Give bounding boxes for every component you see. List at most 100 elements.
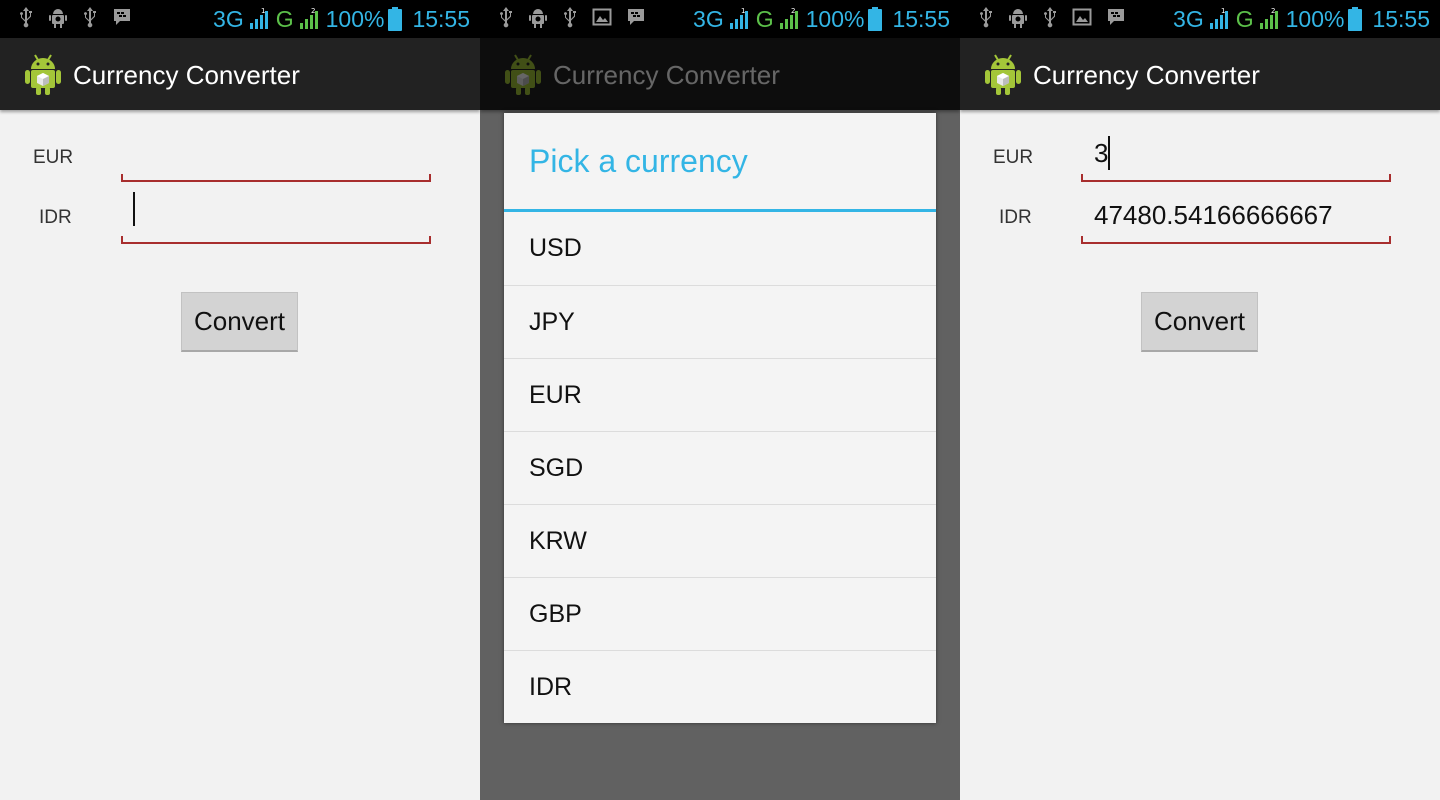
currency-option-label: IDR — [529, 673, 573, 701]
android-app-icon — [982, 52, 1024, 96]
eur-input-value: 3 — [1094, 138, 1109, 168]
signal-strength-icon: 1 — [1208, 7, 1232, 31]
android-app-icon — [22, 52, 64, 96]
convert-button[interactable]: Convert — [1141, 292, 1258, 352]
signal-strength-icon: 1 — [248, 7, 272, 31]
usb-icon — [978, 6, 994, 33]
status-bar: 3G 1 G 2 100% 15:55 — [0, 0, 480, 38]
idr-input[interactable]: 47480.54166666667 — [1081, 190, 1391, 244]
clock: 15:55 — [412, 5, 470, 32]
app-title: Currency Converter — [1033, 60, 1260, 90]
sim-1-label: 1 — [261, 7, 265, 15]
idr-row: IDR — [0, 190, 480, 246]
idr-label[interactable]: IDR — [999, 207, 1032, 229]
eur-row: EUR 3 — [960, 130, 1440, 186]
signal-strength-icon: 2 — [298, 7, 322, 31]
sim-2-label: 2 — [791, 7, 795, 15]
clock: 15:55 — [1372, 5, 1430, 32]
network-3g-label: 3G — [693, 5, 724, 32]
app-title: Currency Converter — [73, 60, 300, 90]
idr-input[interactable] — [121, 190, 431, 244]
status-bar: 3G 1 G 2 100% 15:55 — [960, 0, 1440, 38]
eur-row: EUR — [0, 130, 480, 186]
android-debug-icon — [48, 6, 68, 33]
sim-2-label: 2 — [1271, 7, 1275, 15]
currency-option-sgd[interactable]: SGD — [504, 432, 936, 505]
currency-option-label: SGD — [529, 454, 584, 482]
dialog-title: Pick a currency — [529, 143, 748, 179]
app-screenshot-triptych: 3G 1 G 2 100% 15:55 Currency Converter E… — [0, 0, 1440, 800]
system-status: 3G 1 G 2 100% 15:55 — [213, 4, 470, 34]
notification-icons — [18, 6, 132, 33]
network-g-label: G — [1235, 5, 1254, 32]
battery-percent: 100% — [1285, 5, 1345, 32]
idr-row: IDR 47480.54166666667 — [960, 190, 1440, 246]
battery-percent: 100% — [325, 5, 385, 32]
currency-option-label: JPY — [529, 308, 575, 336]
notification-icons — [498, 6, 646, 33]
currency-option-eur[interactable]: EUR — [504, 359, 936, 432]
bbm-icon — [626, 7, 646, 32]
battery-icon — [868, 7, 883, 31]
usb-icon — [562, 6, 578, 33]
bbm-icon — [1106, 7, 1126, 32]
system-status: 3G 1 G 2 100% 15:55 — [1173, 4, 1430, 34]
screen-main-empty: 3G 1 G 2 100% 15:55 Currency Converter E… — [0, 0, 480, 800]
notification-icons — [978, 6, 1126, 33]
eur-label[interactable]: EUR — [33, 147, 73, 169]
system-status: 3G 1 G 2 100% 15:55 — [693, 4, 950, 34]
image-icon — [592, 7, 612, 32]
usb-icon — [1042, 6, 1058, 33]
eur-input[interactable] — [121, 130, 431, 182]
battery-icon — [388, 7, 403, 31]
screen-main-converted: 3G 1 G 2 100% 15:55 Currency Converter E… — [960, 0, 1440, 800]
text-cursor — [1108, 136, 1111, 171]
network-g-label: G — [275, 5, 294, 32]
android-debug-icon — [1008, 6, 1028, 33]
usb-icon — [82, 6, 98, 33]
currency-list: USD JPY EUR SGD KRW GBP IDR — [504, 212, 936, 724]
idr-label[interactable]: IDR — [39, 207, 72, 229]
android-debug-icon — [528, 6, 548, 33]
image-icon — [1072, 7, 1092, 32]
network-g-label: G — [755, 5, 774, 32]
eur-input[interactable]: 3 — [1081, 130, 1391, 182]
action-bar: Currency Converter — [0, 38, 480, 110]
currency-option-label: GBP — [529, 600, 582, 628]
currency-option-label: USD — [529, 234, 582, 262]
sim-2-label: 2 — [311, 7, 315, 15]
convert-button[interactable]: Convert — [181, 292, 298, 352]
signal-strength-icon: 2 — [1258, 7, 1282, 31]
idr-input-underline — [121, 236, 431, 244]
signal-strength-icon: 1 — [728, 7, 752, 31]
battery-percent: 100% — [805, 5, 865, 32]
sim-1-label: 1 — [1221, 7, 1225, 15]
signal-strength-icon: 2 — [778, 7, 802, 31]
network-3g-label: 3G — [213, 5, 244, 32]
usb-icon — [498, 6, 514, 33]
currency-option-usd[interactable]: USD — [504, 212, 936, 286]
currency-picker-dialog: Pick a currency USD JPY EUR SGD KRW GBP … — [504, 113, 936, 723]
usb-icon — [18, 6, 34, 33]
battery-icon — [1348, 7, 1363, 31]
currency-option-label: KRW — [529, 527, 587, 555]
network-3g-label: 3G — [1173, 5, 1204, 32]
idr-input-value: 47480.54166666667 — [1094, 200, 1333, 230]
idr-input-underline — [1081, 236, 1391, 244]
clock: 15:55 — [892, 5, 950, 32]
eur-label[interactable]: EUR — [993, 147, 1033, 169]
bbm-icon — [112, 7, 132, 32]
screen-currency-picker: Currency Converter — [480, 0, 960, 800]
eur-input-value-wrap: 3 — [1094, 136, 1111, 171]
sim-1-label: 1 — [741, 7, 745, 15]
currency-option-krw[interactable]: KRW — [504, 505, 936, 578]
eur-input-underline — [121, 174, 431, 182]
eur-input-underline — [1081, 174, 1391, 182]
currency-option-idr[interactable]: IDR — [504, 651, 936, 724]
currency-option-label: EUR — [529, 381, 582, 409]
currency-option-jpy[interactable]: JPY — [504, 286, 936, 359]
text-cursor — [133, 192, 135, 226]
currency-option-gbp[interactable]: GBP — [504, 578, 936, 651]
status-bar: 3G 1 G 2 100% 15:55 — [480, 0, 960, 38]
action-bar: Currency Converter — [960, 38, 1440, 110]
